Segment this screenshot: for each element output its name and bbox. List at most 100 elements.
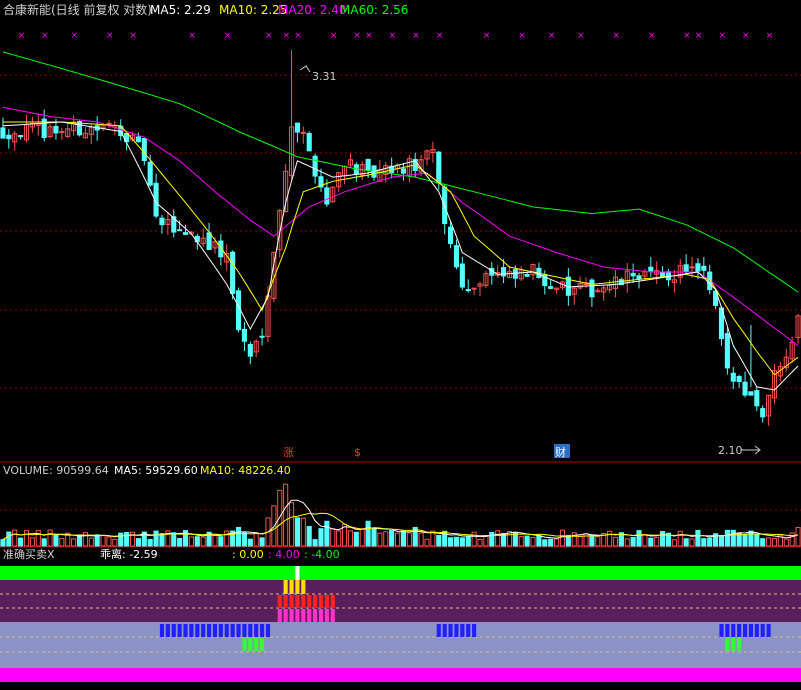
event-marker-dollar[interactable]: $ [354,446,361,459]
volume-bar[interactable] [548,538,554,547]
candle-body[interactable] [630,272,636,277]
candle-body[interactable] [247,343,253,357]
volume-bar[interactable] [0,539,6,547]
volume-bar[interactable] [177,537,183,547]
candle-body[interactable] [448,226,454,245]
volume-bar[interactable] [524,535,530,547]
volume-bar[interactable] [730,529,736,547]
candle-body[interactable] [324,187,330,205]
volume-bar[interactable] [406,532,412,547]
candle-body[interactable] [660,271,666,277]
volume-bar[interactable] [559,529,566,547]
volume-bar[interactable] [47,529,53,547]
candle-body[interactable] [436,151,442,184]
candle-body[interactable] [695,263,701,272]
volume-bar[interactable] [771,537,778,547]
volume-bar[interactable] [353,531,359,547]
volume-bar[interactable] [365,520,371,547]
volume-bar[interactable] [88,537,94,547]
volume-bar[interactable] [312,539,318,547]
candle-body[interactable] [159,217,165,226]
volume-bar[interactable] [465,535,471,547]
volume-bar[interactable] [542,539,548,547]
volume-bar[interactable] [677,530,683,547]
volume-bar[interactable] [695,529,701,547]
event-marker-finance[interactable]: 财 [555,445,566,459]
volume-bar[interactable] [453,536,460,547]
volume-bar[interactable] [483,535,489,547]
volume-bar[interactable] [135,538,141,547]
volume-bar[interactable] [742,534,748,547]
candle-body[interactable] [294,122,300,133]
candle-body[interactable] [465,289,471,292]
volume-bar[interactable] [147,539,153,547]
candle-body[interactable] [548,286,554,289]
candle-body[interactable] [106,122,112,125]
candle-body[interactable] [141,138,147,161]
candle-body[interactable] [6,134,12,140]
volume-bar[interactable] [277,489,283,547]
volume-bar[interactable] [294,517,300,547]
volume-bar[interactable] [689,538,695,547]
volume-bar[interactable] [76,535,83,547]
volume-bar[interactable] [112,538,118,547]
volume-bar[interactable] [29,537,35,547]
candle-body[interactable] [754,390,760,407]
volume-bar[interactable] [318,528,324,547]
volume-bar[interactable] [783,538,789,547]
event-marker-up[interactable]: 涨 [283,446,294,459]
volume-bar[interactable] [554,538,560,547]
candle-body[interactable] [241,328,247,342]
volume-bar[interactable] [188,536,194,547]
volume-bar[interactable] [253,532,259,547]
volume-bar[interactable] [642,533,648,547]
volume-bar[interactable] [300,517,306,547]
volume-bar[interactable] [654,536,660,547]
volume-bar[interactable] [6,531,12,547]
volume-bar[interactable] [518,536,524,547]
candle-body[interactable] [230,251,236,294]
volume-bar[interactable] [707,537,713,547]
volume-bar[interactable] [241,532,247,547]
volume-bar[interactable] [660,530,666,547]
volume-bar[interactable] [577,536,583,547]
volume-bar[interactable] [607,530,613,547]
volume-bar[interactable] [400,530,407,547]
volume-bar[interactable] [100,535,106,547]
candle-body[interactable] [524,274,530,277]
volume-bar[interactable] [59,538,65,547]
volume-bar[interactable] [648,537,654,547]
volume-bar[interactable] [530,536,536,547]
chart-canvas[interactable]: × × × × × × × × × × × × × × × × × × × × × × × × × × × 合康新能(日线 前复权 … [0,0,801,686]
volume-bar[interactable] [795,526,801,547]
volume-bar[interactable] [383,531,389,547]
volume-bar[interactable] [330,528,336,547]
volume-bar[interactable] [760,538,766,547]
volume-bar[interactable] [612,536,619,547]
candle-body[interactable] [300,131,306,134]
volume-bar[interactable] [171,532,177,547]
volume-bar[interactable] [283,483,289,547]
volume-bar[interactable] [459,537,465,547]
candle-body[interactable] [0,127,6,139]
volume-bar[interactable] [683,538,689,547]
volume-bar[interactable] [18,537,24,547]
volume-bar[interactable] [536,535,542,547]
volume-bar[interactable] [636,530,642,547]
volume-bar[interactable] [35,530,41,547]
candle-body[interactable] [365,158,371,171]
volume-bar[interactable] [347,530,353,547]
candle-body[interactable] [400,168,407,174]
candle-body[interactable] [501,267,507,277]
volume-bar[interactable] [124,532,130,547]
candle-body[interactable] [18,135,24,138]
volume-bar[interactable] [624,538,630,547]
volume-bar[interactable] [389,530,395,547]
volume-bar[interactable] [106,536,112,547]
volume-bar[interactable] [247,538,253,547]
volume-bar[interactable] [53,534,59,547]
volume-bar[interactable] [495,530,501,547]
candle-body[interactable] [312,155,318,177]
candle-body[interactable] [471,287,477,290]
volume-bar[interactable] [212,533,218,547]
